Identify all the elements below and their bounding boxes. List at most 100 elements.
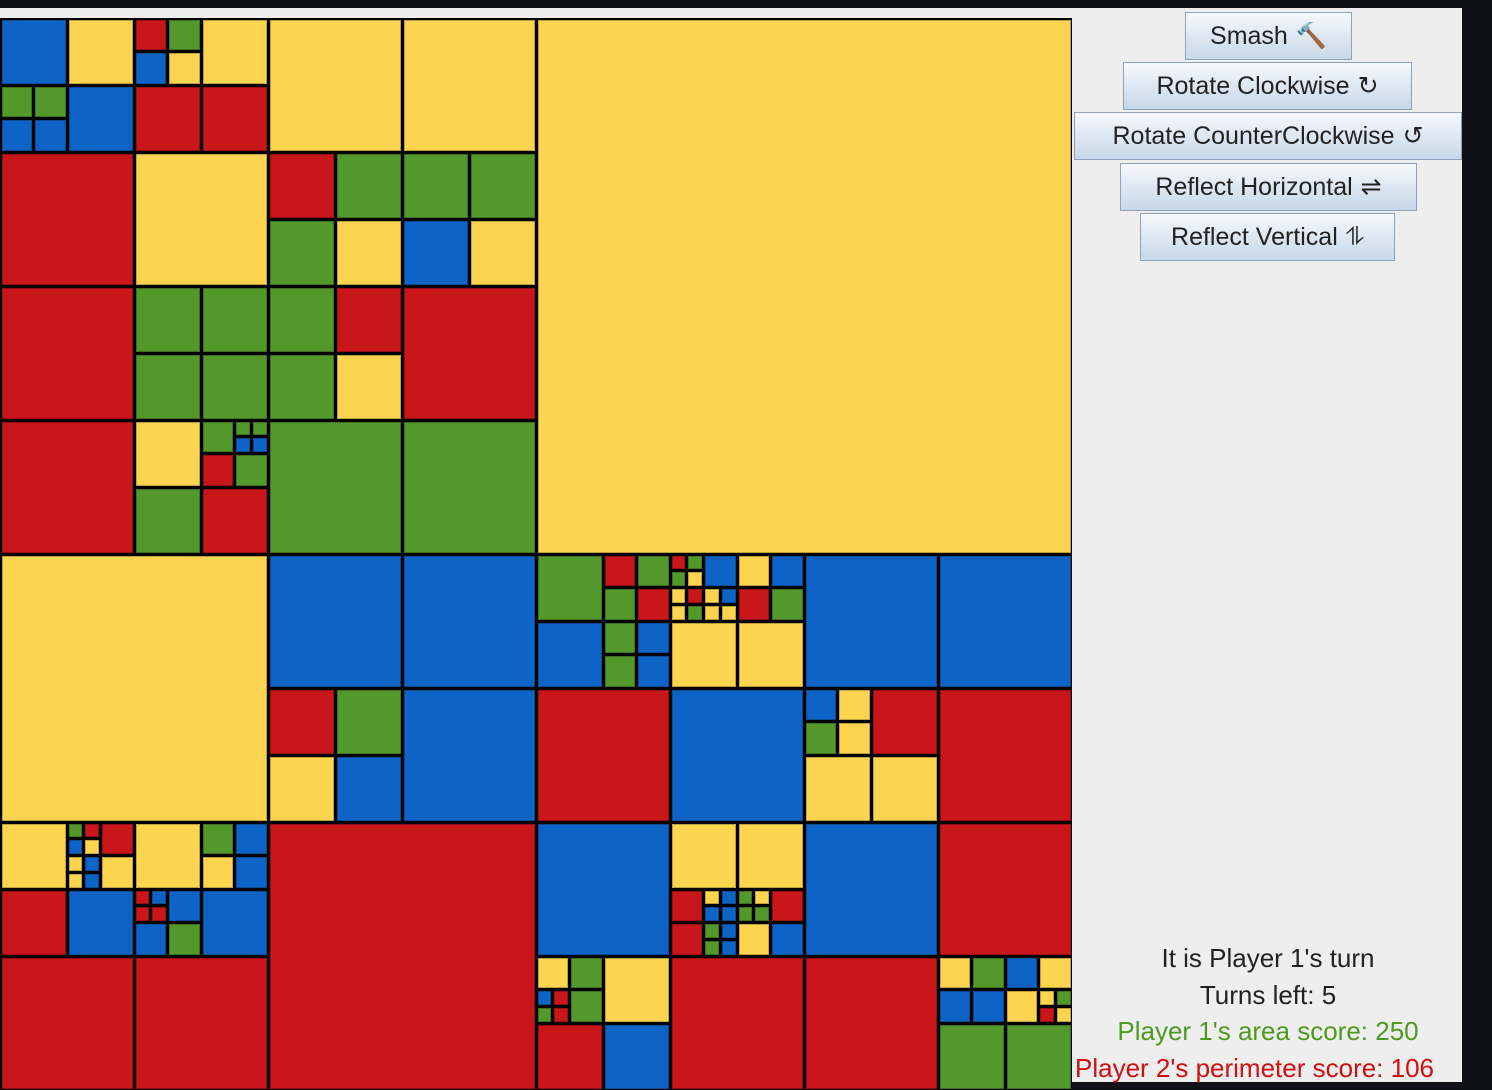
block-green[interactable] — [269, 354, 334, 419]
block-red[interactable] — [269, 823, 535, 1089]
block-blue[interactable] — [252, 438, 267, 452]
block-green[interactable] — [336, 153, 401, 218]
block-green[interactable] — [169, 924, 200, 955]
block-blue[interactable] — [705, 907, 719, 921]
block-green[interactable] — [604, 622, 635, 653]
block-red[interactable] — [939, 689, 1071, 821]
block-yellow[interactable] — [688, 572, 702, 586]
block-red[interactable] — [671, 890, 702, 921]
block-red[interactable] — [1040, 1007, 1054, 1022]
block-green[interactable] — [688, 605, 702, 620]
block-red[interactable] — [554, 1007, 568, 1022]
reflect-horizontal-button[interactable]: Reflect Horizontal ⇌ — [1120, 163, 1417, 211]
block-blue[interactable] — [721, 924, 736, 938]
block-green[interactable] — [537, 555, 602, 620]
block-blue[interactable] — [135, 53, 166, 84]
block-red[interactable] — [135, 907, 150, 921]
block-red[interactable] — [403, 287, 535, 419]
block-yellow[interactable] — [872, 756, 937, 821]
block-blue[interactable] — [721, 907, 736, 921]
block-yellow[interactable] — [202, 857, 233, 888]
block-green[interactable] — [403, 421, 535, 553]
block-blue[interactable] — [336, 756, 401, 821]
block-blue[interactable] — [269, 555, 401, 687]
block-red[interactable] — [269, 153, 334, 218]
block-blue[interactable] — [236, 857, 267, 888]
block-blue[interactable] — [671, 689, 803, 821]
block-red[interactable] — [604, 555, 635, 586]
block-blue[interactable] — [85, 873, 99, 888]
block-red[interactable] — [152, 907, 166, 921]
block-green[interactable] — [939, 1024, 1004, 1089]
block-red[interactable] — [688, 589, 702, 603]
block-green[interactable] — [604, 656, 635, 687]
block-red[interactable] — [269, 689, 334, 754]
block-blue[interactable] — [537, 823, 669, 955]
block-yellow[interactable] — [537, 957, 568, 988]
block-yellow[interactable] — [604, 957, 669, 1022]
block-blue[interactable] — [604, 1024, 669, 1089]
block-green[interactable] — [135, 287, 200, 352]
block-yellow[interactable] — [738, 823, 803, 888]
block-yellow[interactable] — [202, 19, 267, 84]
block-yellow[interactable] — [1, 555, 267, 821]
block-green[interactable] — [738, 907, 753, 921]
block-red[interactable] — [671, 924, 702, 955]
block-green[interactable] — [403, 153, 468, 218]
block-red[interactable] — [1, 890, 66, 955]
block-blue[interactable] — [805, 823, 937, 955]
block-blue[interactable] — [1, 19, 66, 84]
block-yellow[interactable] — [336, 220, 401, 285]
block-yellow[interactable] — [671, 622, 736, 687]
block-green[interactable] — [604, 589, 635, 620]
block-blue[interactable] — [152, 890, 166, 905]
block-blue[interactable] — [805, 555, 937, 687]
block-blue[interactable] — [85, 857, 99, 871]
block-green[interactable] — [202, 287, 267, 352]
block-red[interactable] — [537, 1024, 602, 1089]
block-red[interactable] — [85, 823, 99, 838]
block-green[interactable] — [269, 421, 401, 553]
block-green[interactable] — [470, 153, 535, 218]
block-blue[interactable] — [705, 555, 736, 586]
block-green[interactable] — [35, 86, 66, 117]
block-green[interactable] — [805, 723, 836, 754]
block-red[interactable] — [638, 589, 669, 620]
block-blue[interactable] — [169, 890, 200, 921]
block-blue[interactable] — [721, 940, 736, 955]
block-blue[interactable] — [939, 991, 970, 1022]
block-red[interactable] — [772, 890, 803, 921]
block-blue[interactable] — [135, 924, 166, 955]
block-yellow[interactable] — [102, 857, 133, 888]
block-red[interactable] — [336, 287, 401, 352]
block-blue[interactable] — [772, 924, 803, 955]
block-yellow[interactable] — [68, 19, 133, 84]
block-red[interactable] — [939, 823, 1071, 955]
block-green[interactable] — [135, 354, 200, 419]
block-yellow[interactable] — [1006, 991, 1037, 1022]
block-yellow[interactable] — [705, 890, 719, 905]
block-red[interactable] — [202, 488, 267, 553]
block-blue[interactable] — [68, 890, 133, 955]
block-yellow[interactable] — [738, 555, 769, 586]
block-green[interactable] — [638, 555, 669, 586]
block-red[interactable] — [202, 455, 233, 486]
block-blue[interactable] — [236, 823, 267, 854]
block-red[interactable] — [135, 86, 200, 151]
block-green[interactable] — [169, 19, 200, 50]
block-green[interactable] — [202, 421, 233, 452]
block-yellow[interactable] — [1056, 1007, 1071, 1022]
block-yellow[interactable] — [537, 19, 1071, 553]
block-blue[interactable] — [1006, 957, 1037, 988]
block-yellow[interactable] — [839, 723, 870, 754]
block-yellow[interactable] — [68, 857, 83, 871]
block-green[interactable] — [68, 823, 83, 838]
block-yellow[interactable] — [705, 605, 719, 620]
block-blue[interactable] — [537, 622, 602, 687]
block-red[interactable] — [872, 689, 937, 754]
block-green[interactable] — [755, 907, 769, 921]
block-green[interactable] — [738, 890, 753, 905]
block-yellow[interactable] — [721, 605, 736, 620]
block-green[interactable] — [772, 589, 803, 620]
block-green[interactable] — [236, 455, 267, 486]
